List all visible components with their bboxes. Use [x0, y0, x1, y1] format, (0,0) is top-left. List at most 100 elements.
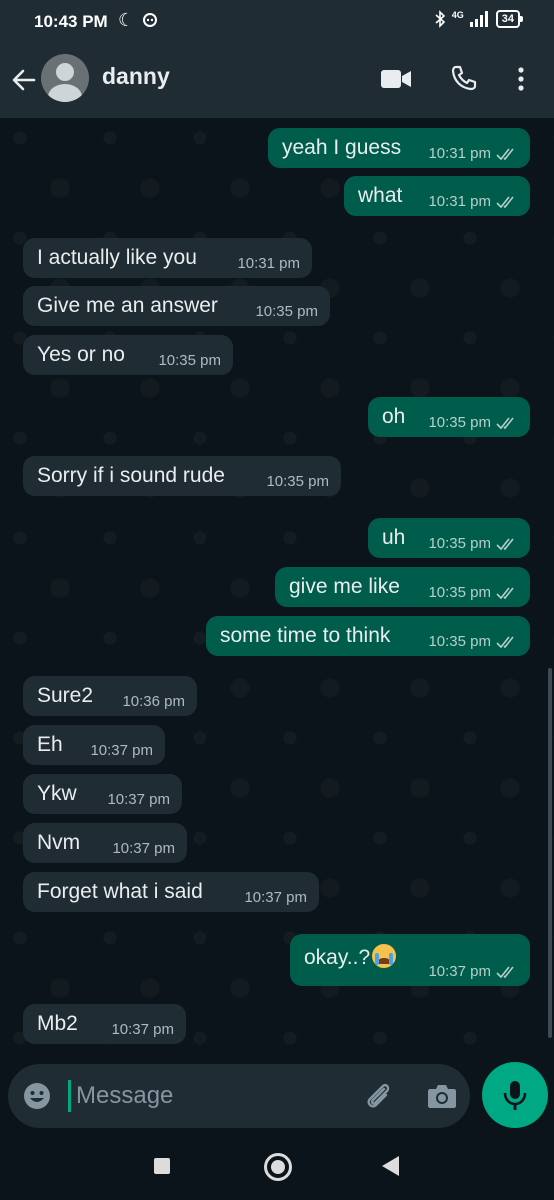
message-text: oh [382, 405, 406, 428]
message-meta: 10:35 pm [428, 535, 518, 552]
signal-icon [469, 11, 488, 27]
message-time: 10:36 pm [122, 693, 185, 710]
message-bubble-outgoing[interactable]: give me like 10:35 pm [275, 567, 530, 607]
notification-icon [143, 13, 157, 27]
message-bubble-incoming[interactable]: I actually like you 10:31 pm [23, 238, 312, 278]
message-time: 10:37 pm [428, 963, 491, 980]
message-text: Nvm [37, 831, 81, 854]
message-time: 10:37 pm [112, 840, 175, 857]
message-bubble-incoming[interactable]: Give me an answer 10:35 pm [23, 286, 330, 326]
message-text: Sorry if i sound rude [37, 464, 225, 487]
message-bubble-incoming[interactable]: Forget what i said 10:37 pm [23, 872, 319, 912]
message-time: 10:31 pm [428, 145, 491, 162]
message-meta: 10:35 pm [266, 473, 329, 490]
message-meta: 10:37 pm [111, 1021, 174, 1038]
message-time: 10:35 pm [255, 303, 318, 320]
contact-name[interactable]: danny [102, 63, 170, 90]
message-text: give me like [289, 575, 400, 598]
status-time: 10:43 PM [34, 12, 108, 31]
recents-button[interactable] [154, 1158, 170, 1174]
message-text: I actually like you [37, 246, 197, 269]
read-ticks-icon [496, 196, 514, 208]
message-meta: 10:35 pm [158, 352, 221, 369]
message-text: Sure2 [37, 684, 94, 707]
message-time: 10:35 pm [158, 352, 221, 369]
message-bubble-incoming[interactable]: Eh 10:37 pm [23, 725, 165, 765]
message-time: 10:31 pm [428, 193, 491, 210]
message-time: 10:37 pm [107, 791, 170, 808]
network-type: 4G [451, 10, 464, 20]
message-bubble-incoming[interactable]: Ykw 10:37 pm [23, 774, 182, 814]
message-meta: 10:37 pm [90, 742, 153, 759]
message-meta: 10:36 pm [122, 693, 185, 710]
message-time: 10:35 pm [428, 633, 491, 650]
more-vert-icon[interactable] [516, 66, 526, 92]
message-meta: 10:35 pm [428, 584, 518, 601]
message-content: okay..? [304, 944, 397, 970]
read-ticks-icon [496, 966, 514, 978]
message-text: Forget what i said [37, 880, 203, 903]
phone-icon[interactable] [450, 64, 478, 92]
message-time: 10:35 pm [428, 414, 491, 431]
message-bubble-outgoing[interactable]: some time to think 10:35 pm [206, 616, 530, 656]
battery-indicator: 34 [495, 10, 524, 28]
message-meta: 10:37 pm [244, 889, 307, 906]
message-bubble-incoming[interactable]: Sorry if i sound rude 10:35 pm [23, 456, 341, 496]
message-time: 10:35 pm [428, 535, 491, 552]
message-meta: 10:31 pm [237, 255, 300, 272]
message-time: 10:31 pm [237, 255, 300, 272]
message-meta: 10:35 pm [428, 414, 518, 431]
read-ticks-icon [496, 587, 514, 599]
message-composer[interactable]: Message [8, 1064, 470, 1128]
message-meta: 10:35 pm [428, 633, 518, 650]
bluetooth-icon [435, 10, 445, 28]
message-text: Ykw [37, 782, 77, 805]
do-not-disturb-icon: ☾ [118, 10, 135, 30]
message-text: uh [382, 526, 406, 549]
microphone-icon [503, 1081, 527, 1110]
status-right: 4G 34 [434, 10, 524, 28]
avatar[interactable] [41, 54, 89, 102]
message-bubble-incoming[interactable]: Nvm 10:37 pm [23, 823, 187, 863]
paperclip-icon[interactable] [362, 1080, 394, 1112]
camera-icon[interactable] [426, 1081, 458, 1111]
read-ticks-icon [496, 636, 514, 648]
message-text: okay..? [304, 946, 371, 969]
message-bubble-outgoing[interactable]: uh 10:35 pm [368, 518, 530, 558]
chat-scrollbar[interactable] [548, 668, 552, 1038]
message-bubble-incoming[interactable]: Mb2 10:37 pm [23, 1004, 186, 1044]
message-text: Mb2 [37, 1012, 78, 1035]
message-text: Give me an answer [37, 294, 218, 317]
text-cursor [68, 1080, 71, 1112]
message-text: yeah I guess [282, 136, 402, 159]
message-input[interactable]: Message [76, 1082, 173, 1110]
loudly-crying-face-icon [372, 944, 397, 968]
message-time: 10:37 pm [90, 742, 153, 759]
message-meta: 10:35 pm [255, 303, 318, 320]
message-text: Eh [37, 733, 63, 756]
status-bar: 10:43 PM ☾ 4G 34 [0, 0, 554, 48]
message-bubble-outgoing[interactable]: oh 10:35 pm [368, 397, 530, 437]
message-list[interactable]: yeah I guess 10:31 pm what 10:31 pm I ac… [0, 118, 554, 1062]
back-button[interactable] [382, 1156, 399, 1176]
smiley-icon[interactable] [22, 1081, 52, 1111]
message-time: 10:37 pm [244, 889, 307, 906]
message-bubble-incoming[interactable]: Yes or no 10:35 pm [23, 335, 233, 375]
home-button[interactable] [264, 1153, 292, 1181]
message-bubble-outgoing[interactable]: yeah I guess 10:31 pm [268, 128, 530, 168]
arrow-left-icon[interactable] [10, 66, 38, 94]
message-time: 10:35 pm [428, 584, 491, 601]
message-time: 10:35 pm [266, 473, 329, 490]
message-bubble-incoming[interactable]: Sure2 10:36 pm [23, 676, 197, 716]
microphone-button[interactable] [482, 1062, 548, 1128]
message-bubble-outgoing[interactable]: okay..? 10:37 pm [290, 934, 530, 986]
message-meta: 10:37 pm [428, 963, 518, 980]
message-meta: 10:31 pm [428, 145, 518, 162]
message-text: some time to think [220, 624, 391, 647]
message-text: what [358, 184, 403, 207]
video-call-icon[interactable] [380, 68, 412, 90]
message-bubble-outgoing[interactable]: what 10:31 pm [344, 176, 530, 216]
message-meta: 10:31 pm [428, 193, 518, 210]
read-ticks-icon [496, 417, 514, 429]
message-text: Yes or no [37, 343, 125, 366]
